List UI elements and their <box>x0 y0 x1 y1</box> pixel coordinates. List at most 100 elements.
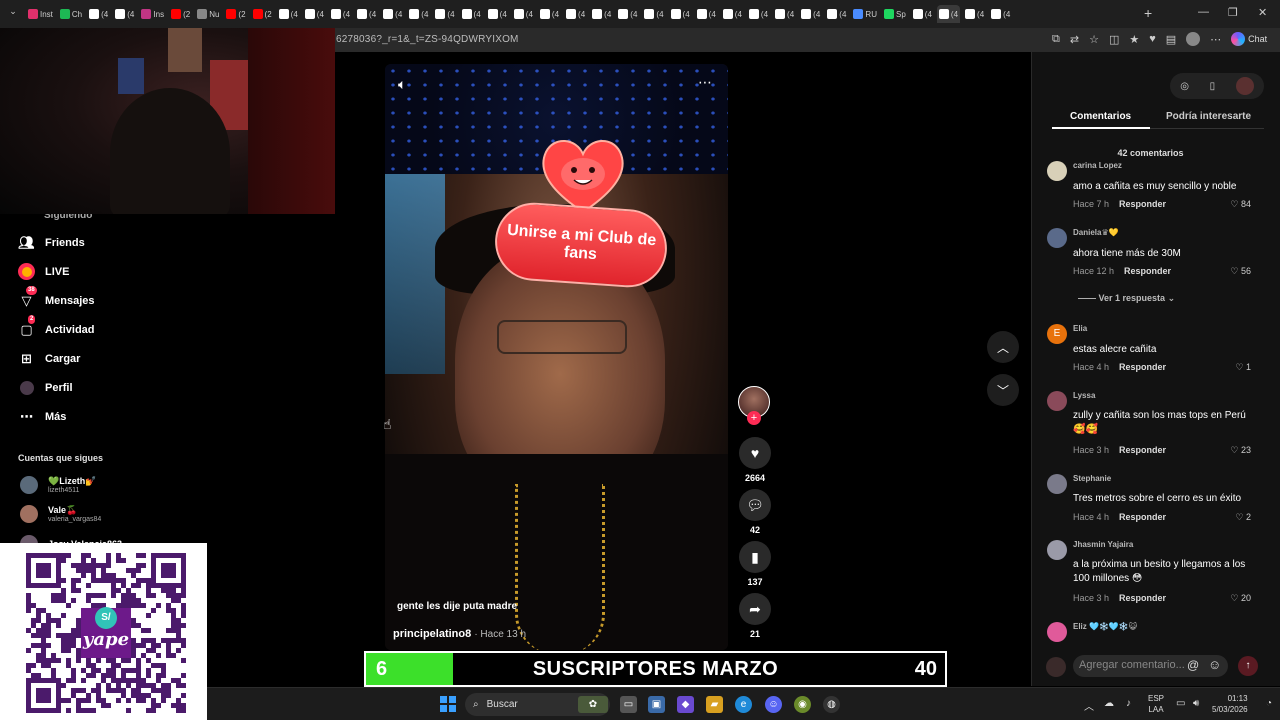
previous-video-button[interactable]: ︿ <box>987 331 1019 363</box>
device-icon[interactable]: ▯ <box>1210 81 1216 92</box>
task-view-icon[interactable]: ▭ <box>620 696 637 713</box>
reply-button[interactable]: Responder <box>1119 593 1166 603</box>
browser-tab[interactable]: Ins <box>139 5 166 23</box>
app-icon[interactable]: ◉ <box>794 696 811 713</box>
browser-tab[interactable]: Ch <box>58 5 84 23</box>
comment-like-button[interactable]: ♡ 56 <box>1230 266 1251 277</box>
tab-you-may-like[interactable]: Podría interesarte <box>1166 111 1251 122</box>
system-clock[interactable]: 01:13 5/03/2026 <box>1212 693 1248 715</box>
browser-tab[interactable]: (4 <box>329 5 352 23</box>
browser-tab[interactable]: (4 <box>721 5 744 23</box>
browser-tab[interactable]: RU <box>851 5 879 23</box>
avatar[interactable]: E <box>1047 324 1067 344</box>
tab-search-icon[interactable]: ⌄ <box>6 6 20 20</box>
collections-icon[interactable]: ▤ <box>1166 33 1176 46</box>
browser-tab[interactable]: (4 <box>799 5 822 23</box>
new-tab-icon[interactable]: + <box>1144 5 1152 21</box>
comment-like-button[interactable]: ♡ 20 <box>1230 593 1251 604</box>
comment-user[interactable]: Elia <box>1073 324 1087 333</box>
browser-tab[interactable]: (4 <box>486 5 509 23</box>
profile-avatar[interactable] <box>1186 32 1201 46</box>
url-text[interactable]: 6278036?_r=1&_t=ZS-94QDWRYIXOM <box>336 34 519 45</box>
reply-button[interactable]: Responder <box>1124 266 1171 276</box>
share-button[interactable]: ➦ 21 <box>739 593 771 639</box>
close-window-icon[interactable]: ✕ <box>1258 6 1267 19</box>
browser-tab[interactable]: Nu <box>195 5 221 23</box>
comment-like-button[interactable]: ♡ 84 <box>1230 199 1251 210</box>
browser-tab[interactable]: (4 <box>564 5 587 23</box>
browser-tab[interactable]: (4 <box>407 5 430 23</box>
comment-like-button[interactable]: ♡ 23 <box>1230 445 1251 456</box>
browser-tab[interactable]: (4 <box>989 5 1012 23</box>
avatar[interactable] <box>1047 540 1067 560</box>
browser-tab[interactable]: (4 <box>669 5 692 23</box>
browser-tab[interactable]: (4 <box>825 5 848 23</box>
browser-tab[interactable]: (4 <box>911 5 934 23</box>
following-account[interactable]: Vale🍒 valeria_vargas84 <box>20 505 101 523</box>
follow-plus-icon[interactable]: + <box>747 411 761 425</box>
sidebar-item-more[interactable]: ⋯ Más <box>18 408 66 425</box>
avatar[interactable] <box>1047 228 1067 248</box>
browser-tab[interactable]: (4 <box>616 5 639 23</box>
favorites-bar-icon[interactable]: ★ <box>1129 33 1139 46</box>
comment-button[interactable]: 💬︎ 42 <box>739 489 771 535</box>
browser-tab[interactable]: Sp <box>882 5 908 23</box>
comment-user[interactable]: Stephanie <box>1073 474 1111 483</box>
copilot-chat-button[interactable]: Chat <box>1231 32 1267 46</box>
settings-more-icon[interactable]: ⋯ <box>1210 33 1221 46</box>
speaker-icon[interactable]: 🔊︎ <box>1193 698 1199 709</box>
browser-tab[interactable]: (4 <box>303 5 326 23</box>
comment-user[interactable]: Daniela♛💛 <box>1073 228 1119 237</box>
file-explorer-icon[interactable]: ▰ <box>706 696 723 713</box>
video-player[interactable]: Unirse a mi Club de fans <box>385 64 728 650</box>
browser-tab[interactable]: (4 <box>773 5 796 23</box>
widgets-icon[interactable]: ✿ <box>578 696 608 713</box>
browser-tab[interactable]: (2 <box>251 5 274 23</box>
browser-tab[interactable]: Inst <box>26 5 55 23</box>
copilot-icon[interactable]: ◆ <box>677 696 694 713</box>
save-button[interactable]: ▮ 137 <box>739 541 771 587</box>
obs-icon[interactable]: ◍ <box>823 696 840 713</box>
autoscroll-icon[interactable]: ◎ <box>1180 81 1189 92</box>
browser-tab[interactable]: (4 <box>460 5 483 23</box>
like-button[interactable]: ♥ 2664 <box>739 437 771 483</box>
store-icon[interactable]: ▣ <box>648 696 665 713</box>
browser-tab[interactable]: (4 <box>433 5 456 23</box>
browser-tab[interactable]: (4 <box>695 5 718 23</box>
microphone-icon[interactable]: ♪ <box>1126 698 1131 709</box>
browser-tab[interactable]: (4 <box>512 5 535 23</box>
comment-user[interactable]: Lyssa <box>1073 391 1095 400</box>
sidebar-item-messages[interactable]: ▽ 38 Mensajes <box>18 286 95 309</box>
onedrive-icon[interactable]: ☁ <box>1104 698 1114 709</box>
edge-icon[interactable]: e <box>735 696 752 713</box>
display-icon[interactable]: ▭ <box>1176 698 1185 709</box>
comment-user[interactable]: Jhasmin Yajaira <box>1073 540 1133 549</box>
avatar[interactable] <box>1047 391 1067 411</box>
browser-tab[interactable]: (4 <box>355 5 378 23</box>
more-options-icon[interactable]: ⋯ <box>698 74 713 91</box>
comment-user[interactable]: Eliz 🩵❄️🩵❄️😺 <box>1073 622 1137 631</box>
browser-tab[interactable]: (4 <box>963 5 986 23</box>
keyboard-language[interactable]: ESP LAA <box>1148 693 1164 715</box>
open-app-icon[interactable]: ⧉ <box>1052 33 1060 46</box>
user-avatar[interactable] <box>1235 77 1254 95</box>
following-account[interactable]: 💚Lizeth💅 lizeth4511 <box>20 476 96 494</box>
avatar[interactable] <box>1047 474 1067 494</box>
mention-icon[interactable]: @ <box>1187 658 1199 672</box>
video-author[interactable]: principelatino8 · Hace 13 h <box>393 628 526 640</box>
browser-tab[interactable]: (4 <box>936 5 961 23</box>
reply-button[interactable]: Responder <box>1119 512 1166 522</box>
sidebar-item-upload[interactable]: ⊞ Cargar <box>18 350 80 367</box>
emoji-icon[interactable]: ☺ <box>1208 657 1221 672</box>
sidebar-item-live[interactable]: LIVE <box>18 263 69 280</box>
tray-chevron-icon[interactable]: ︿ <box>1084 698 1094 713</box>
browser-tab[interactable]: (2 <box>224 5 247 23</box>
next-video-button[interactable]: ﹀ <box>987 374 1019 406</box>
view-replies-button[interactable]: —— Ver 1 respuesta ⌄ <box>1078 293 1175 304</box>
reply-button[interactable]: Responder <box>1119 445 1166 455</box>
avatar[interactable] <box>1047 622 1067 642</box>
reply-button[interactable]: Responder <box>1119 199 1166 209</box>
fan-club-sticker[interactable]: Unirse a mi Club de fans <box>492 134 670 294</box>
translate-icon[interactable]: ⇄ <box>1070 33 1079 46</box>
sidebar-item-activity[interactable]: ▢ 2 Actividad <box>18 315 95 338</box>
